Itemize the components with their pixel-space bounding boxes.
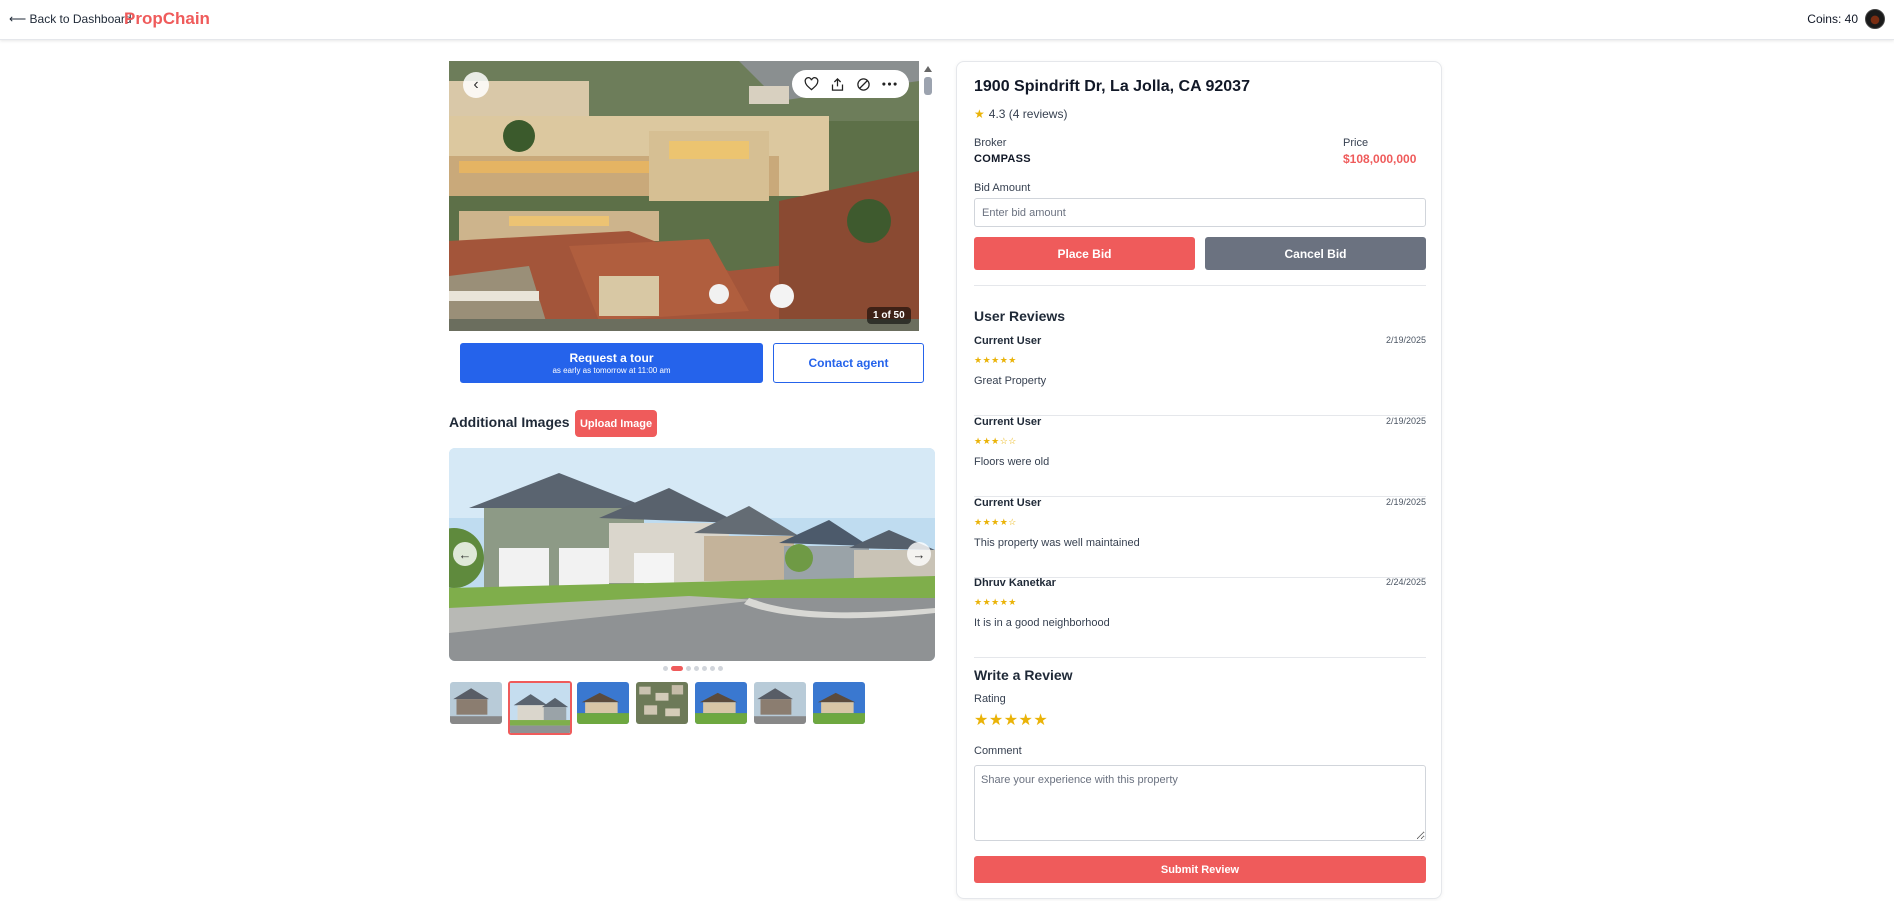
reviewer-name: Current User <box>974 335 1042 347</box>
write-review-heading: Write a Review <box>974 667 1073 683</box>
user-reviews-heading: User Reviews <box>974 308 1066 324</box>
bid-amount-label: Bid Amount <box>974 182 1031 194</box>
reviewer-name: Dhruv Kanetkar <box>974 577 1056 589</box>
comment-textarea[interactable] <box>974 765 1426 841</box>
hero-prev-button[interactable]: ‹ <box>463 72 489 98</box>
gallery-next-button[interactable]: → <box>907 542 931 566</box>
additional-images-heading: Additional Images <box>449 414 570 430</box>
thumbnail-image[interactable] <box>450 682 502 724</box>
user-avatar[interactable] <box>1865 9 1885 29</box>
thumbnail-image[interactable] <box>636 682 688 724</box>
additional-images-carousel[interactable]: ← → <box>449 448 935 661</box>
bid-amount-input[interactable] <box>974 198 1426 227</box>
rating-stars-input: ★ ★ ★ ★ ★ <box>974 710 1048 730</box>
review-date: 2/19/2025 <box>1385 497 1426 507</box>
hide-icon[interactable] <box>854 74 874 94</box>
rating-star-2-icon[interactable]: ★ <box>989 710 1004 730</box>
review-stars: ★★★☆☆ <box>974 436 1017 446</box>
carousel-dot[interactable] <box>710 666 715 671</box>
more-options-icon[interactable] <box>880 74 900 94</box>
photo-toolbar <box>792 70 909 98</box>
mansion-photo <box>449 61 919 331</box>
review-stars: ★★★★★ <box>974 355 1017 365</box>
photo-counter: 1 of 50 <box>867 307 911 324</box>
top-nav: ⟵ Back to Dashboard PropChain Coins: 40 <box>0 0 1894 40</box>
thumbnail-image[interactable] <box>577 682 629 724</box>
review-item: Current User 2/19/2025 ★★★★★ Great Property <box>974 335 1426 416</box>
review-text: Great Property <box>974 375 1047 387</box>
thumbnail-image[interactable] <box>754 682 806 724</box>
review-text: This property was well maintained <box>974 537 1140 549</box>
price-value: $108,000,000 <box>1343 152 1417 166</box>
review-item: Current User 2/19/2025 ★★★☆☆ Floors were ol… <box>974 416 1426 497</box>
broker-label: Broker <box>974 137 1007 149</box>
review-text: It is in a good neighborhood <box>974 617 1110 629</box>
review-text: Floors were old <box>974 456 1050 468</box>
request-tour-title: Request a tour <box>569 351 654 365</box>
review-stars: ★★★★★ <box>974 597 1017 607</box>
carousel-indicators <box>663 666 723 671</box>
gallery-prev-button[interactable]: ← <box>453 542 477 566</box>
thumbnail-image[interactable] <box>813 682 865 724</box>
broker-name: COMPASS <box>974 153 1031 165</box>
property-address: 1900 Spindrift Dr, La Jolla, CA 92037 <box>974 78 1250 95</box>
property-details-card: 1900 Spindrift Dr, La Jolla, CA 92037 ★ 4… <box>956 61 1442 899</box>
upload-image-button[interactable]: Upload Image <box>575 410 657 437</box>
rating-star-4-icon[interactable]: ★ <box>1019 710 1034 730</box>
rating-star-1-icon[interactable]: ★ <box>974 710 989 730</box>
review-date: 2/19/2025 <box>1385 416 1426 426</box>
contact-agent-button[interactable]: Contact agent <box>773 343 924 383</box>
reviewer-name: Current User <box>974 497 1042 509</box>
brand-logo[interactable]: PropChain <box>124 9 210 29</box>
back-to-dashboard-link[interactable]: ⟵ Back to Dashboard <box>9 12 132 26</box>
carousel-dot[interactable] <box>686 666 691 671</box>
carousel-dot[interactable] <box>671 666 683 671</box>
rating-star-3-icon[interactable]: ★ <box>1004 710 1019 730</box>
request-tour-subtitle: as early as tomorrow at 11:00 am <box>552 366 671 375</box>
place-bid-button[interactable]: Place Bid <box>974 237 1195 270</box>
star-icon: ★ <box>974 107 985 121</box>
review-date: 2/24/2025 <box>1385 577 1426 587</box>
rating-summary: 4.3 (4 reviews) <box>988 107 1068 121</box>
carousel-dot[interactable] <box>718 666 723 671</box>
review-item: Current User 2/19/2025 ★★★★☆ This property … <box>974 497 1426 578</box>
coins-balance: Coins: 40 <box>1807 12 1858 26</box>
review-item: Dhruv Kanetkar 2/24/2025 ★★★★★ It is in a g… <box>974 577 1426 658</box>
rating-label: Rating <box>974 693 1006 705</box>
property-rating: ★ 4.3 (4 reviews) <box>974 107 1067 121</box>
request-tour-button[interactable]: Request a tour as early as tomorrow at 1… <box>460 343 763 383</box>
photo-scrollbar[interactable] <box>922 61 934 331</box>
share-icon[interactable] <box>827 74 847 94</box>
carousel-dot[interactable] <box>702 666 707 671</box>
submit-review-button[interactable]: Submit Review <box>974 856 1426 883</box>
thumbnail-image[interactable] <box>508 681 572 735</box>
thumbnail-image[interactable] <box>695 682 747 724</box>
review-date: 2/19/2025 <box>1385 335 1426 345</box>
carousel-dot[interactable] <box>663 666 668 671</box>
price-label: Price <box>1343 137 1369 149</box>
carousel-dot[interactable] <box>694 666 699 671</box>
section-divider <box>974 285 1426 286</box>
rating-star-5-icon[interactable]: ★ <box>1033 710 1048 730</box>
main-property-photo[interactable]: ‹ 1 of 50 <box>449 61 919 331</box>
cancel-bid-button[interactable]: Cancel Bid <box>1205 237 1426 270</box>
reviewer-name: Current User <box>974 416 1042 428</box>
review-stars: ★★★★☆ <box>974 517 1017 527</box>
suburban-street-photo <box>449 448 935 661</box>
comment-label: Comment <box>974 745 1022 757</box>
heart-icon[interactable] <box>801 74 821 94</box>
